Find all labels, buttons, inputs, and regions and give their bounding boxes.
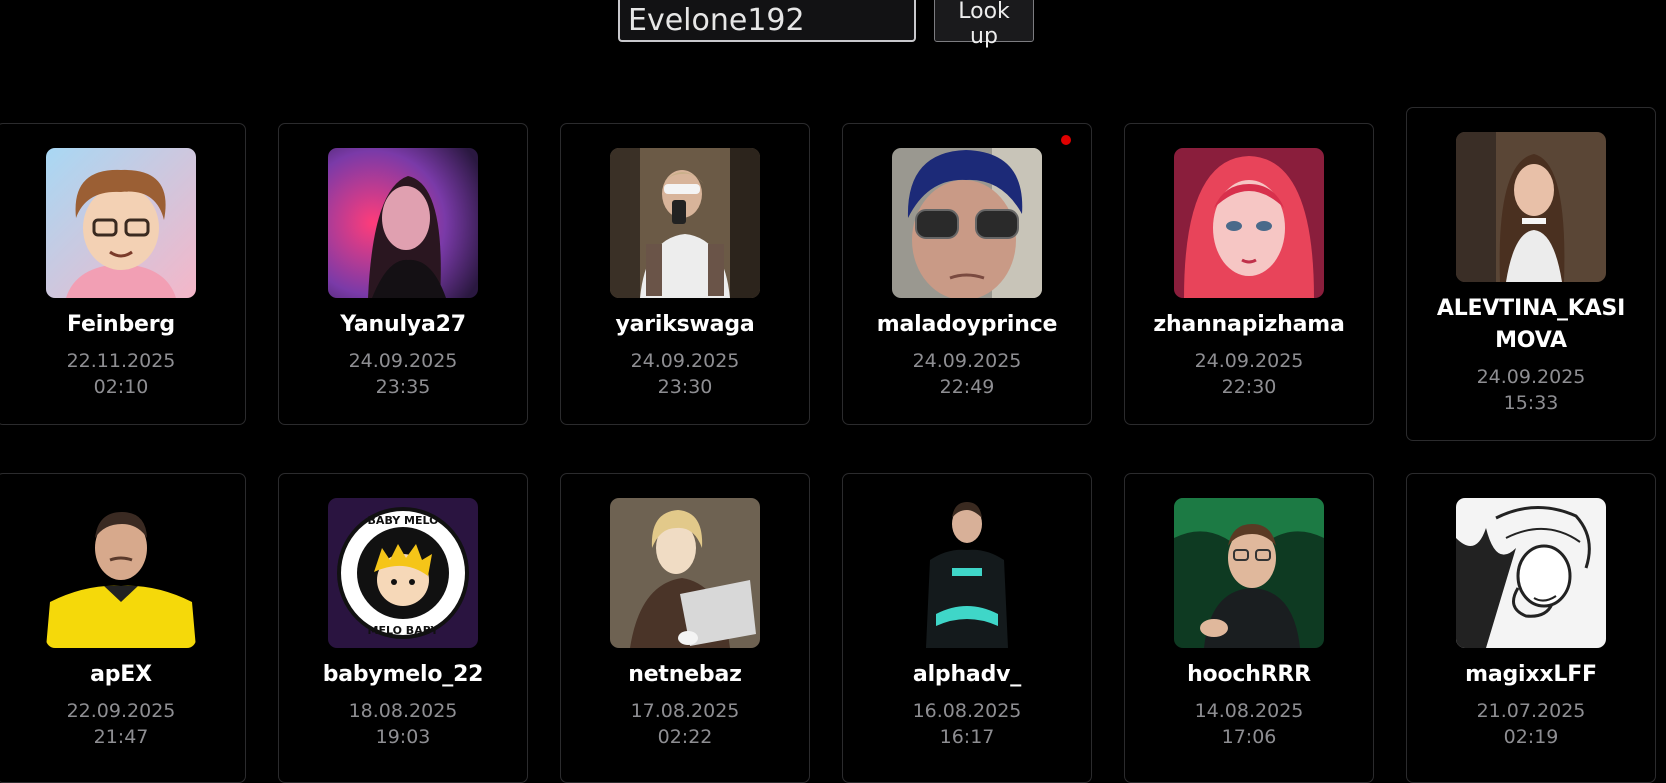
mirror-selfie-avatar bbox=[610, 148, 760, 298]
avatar bbox=[610, 498, 760, 648]
time: 02:22 bbox=[657, 726, 713, 748]
avatar bbox=[1456, 498, 1606, 648]
username: netnebaz bbox=[628, 662, 742, 687]
username: ALEVTINA_KASI MOVA bbox=[1407, 293, 1655, 357]
date: 17.08.2025 bbox=[630, 700, 740, 722]
username-line: ALEVTINA_KASI bbox=[1436, 296, 1626, 321]
profile-card[interactable]: BABY MELO MELO BABY babymelo_22 18.08.20… bbox=[278, 473, 528, 783]
avatar bbox=[892, 148, 1042, 298]
profile-card[interactable]: Feinberg 22.11.2025 02:10 bbox=[0, 123, 246, 425]
profile-card[interactable]: magixxLFF 21.07.2025 02:19 bbox=[1406, 473, 1656, 783]
baby-melo-logo-avatar: BABY MELO MELO BABY bbox=[328, 498, 478, 648]
profile-card[interactable]: zhannapizhama 24.09.2025 22:30 bbox=[1124, 123, 1374, 425]
time: 19:03 bbox=[375, 726, 431, 748]
profile-card[interactable]: alphadv_ 16.08.2025 16:17 bbox=[842, 473, 1092, 783]
avatar bbox=[1174, 498, 1324, 648]
profile-grid: Feinberg 22.11.2025 02:10 Yanulya27 24.0… bbox=[0, 0, 1666, 783]
username-line: MOVA bbox=[1495, 328, 1567, 353]
date: 24.09.2025 bbox=[630, 350, 740, 372]
time: 23:35 bbox=[375, 376, 431, 398]
anime-reading-avatar bbox=[610, 498, 760, 648]
girl-neon-light-avatar bbox=[328, 148, 478, 298]
time: 21:47 bbox=[93, 726, 149, 748]
profile-card[interactable]: netnebaz 17.08.2025 02:22 bbox=[560, 473, 810, 783]
username: alphadv_ bbox=[912, 662, 1022, 687]
date: 21.07.2025 bbox=[1476, 700, 1586, 722]
date: 24.09.2025 bbox=[348, 350, 458, 372]
cartoon-boy-avatar bbox=[46, 148, 196, 298]
username: Feinberg bbox=[67, 312, 175, 337]
time: 16:17 bbox=[939, 726, 995, 748]
time: 17:06 bbox=[1221, 726, 1277, 748]
time: 22:49 bbox=[939, 376, 995, 398]
time: 23:30 bbox=[657, 376, 713, 398]
live-indicator bbox=[1061, 135, 1071, 145]
player-pointing-avatar bbox=[1174, 498, 1324, 648]
time: 02:19 bbox=[1503, 726, 1559, 748]
avatar bbox=[46, 148, 196, 298]
username: babymelo_22 bbox=[322, 662, 484, 687]
avatar bbox=[892, 498, 1042, 648]
username: apEX bbox=[90, 662, 152, 687]
date: 16.08.2025 bbox=[912, 700, 1022, 722]
logo-text-top: BABY MELO bbox=[368, 514, 439, 527]
date: 24.09.2025 bbox=[1476, 366, 1586, 388]
profile-card[interactable]: ALEVTINA_KASI MOVA 24.09.2025 15:33 bbox=[1406, 107, 1656, 441]
date: 22.11.2025 bbox=[66, 350, 176, 372]
username: hoochRRR bbox=[1187, 662, 1311, 687]
anime-girl-avatar bbox=[1174, 148, 1324, 298]
avatar: BABY MELO MELO BABY bbox=[328, 498, 478, 648]
time: 02:10 bbox=[93, 376, 149, 398]
date: 22.09.2025 bbox=[66, 700, 176, 722]
date: 14.08.2025 bbox=[1194, 700, 1304, 722]
date: 24.09.2025 bbox=[912, 350, 1022, 372]
username: Yanulya27 bbox=[340, 312, 466, 337]
manga-sketch-avatar bbox=[1456, 498, 1606, 648]
username: maladoyprince bbox=[876, 312, 1058, 337]
avatar bbox=[1456, 132, 1606, 282]
username: magixxLFF bbox=[1465, 662, 1597, 687]
profile-card[interactable]: apEX 22.09.2025 21:47 bbox=[0, 473, 246, 783]
girl-photo-avatar bbox=[1456, 132, 1606, 282]
profile-card[interactable]: Yanulya27 24.09.2025 23:35 bbox=[278, 123, 528, 425]
player-yellow-jersey-avatar bbox=[46, 498, 196, 648]
time: 15:33 bbox=[1503, 392, 1559, 414]
logo-text-bottom: MELO BABY bbox=[368, 624, 440, 637]
avatar bbox=[328, 148, 478, 298]
profile-card[interactable]: maladoyprince 24.09.2025 22:49 bbox=[842, 123, 1092, 425]
avatar bbox=[610, 148, 760, 298]
time: 22:30 bbox=[1221, 376, 1277, 398]
avatar bbox=[46, 498, 196, 648]
date: 24.09.2025 bbox=[1194, 350, 1304, 372]
profile-card[interactable]: hoochRRR 14.08.2025 17:06 bbox=[1124, 473, 1374, 783]
username: yarikswaga bbox=[615, 312, 755, 337]
avatar bbox=[1174, 148, 1324, 298]
player-arms-crossed-avatar bbox=[892, 498, 1042, 648]
date: 18.08.2025 bbox=[348, 700, 458, 722]
username: zhannapizhama bbox=[1153, 312, 1345, 337]
profile-card[interactable]: yarikswaga 24.09.2025 23:30 bbox=[560, 123, 810, 425]
blue-hair-sunglasses-avatar bbox=[892, 148, 1042, 298]
